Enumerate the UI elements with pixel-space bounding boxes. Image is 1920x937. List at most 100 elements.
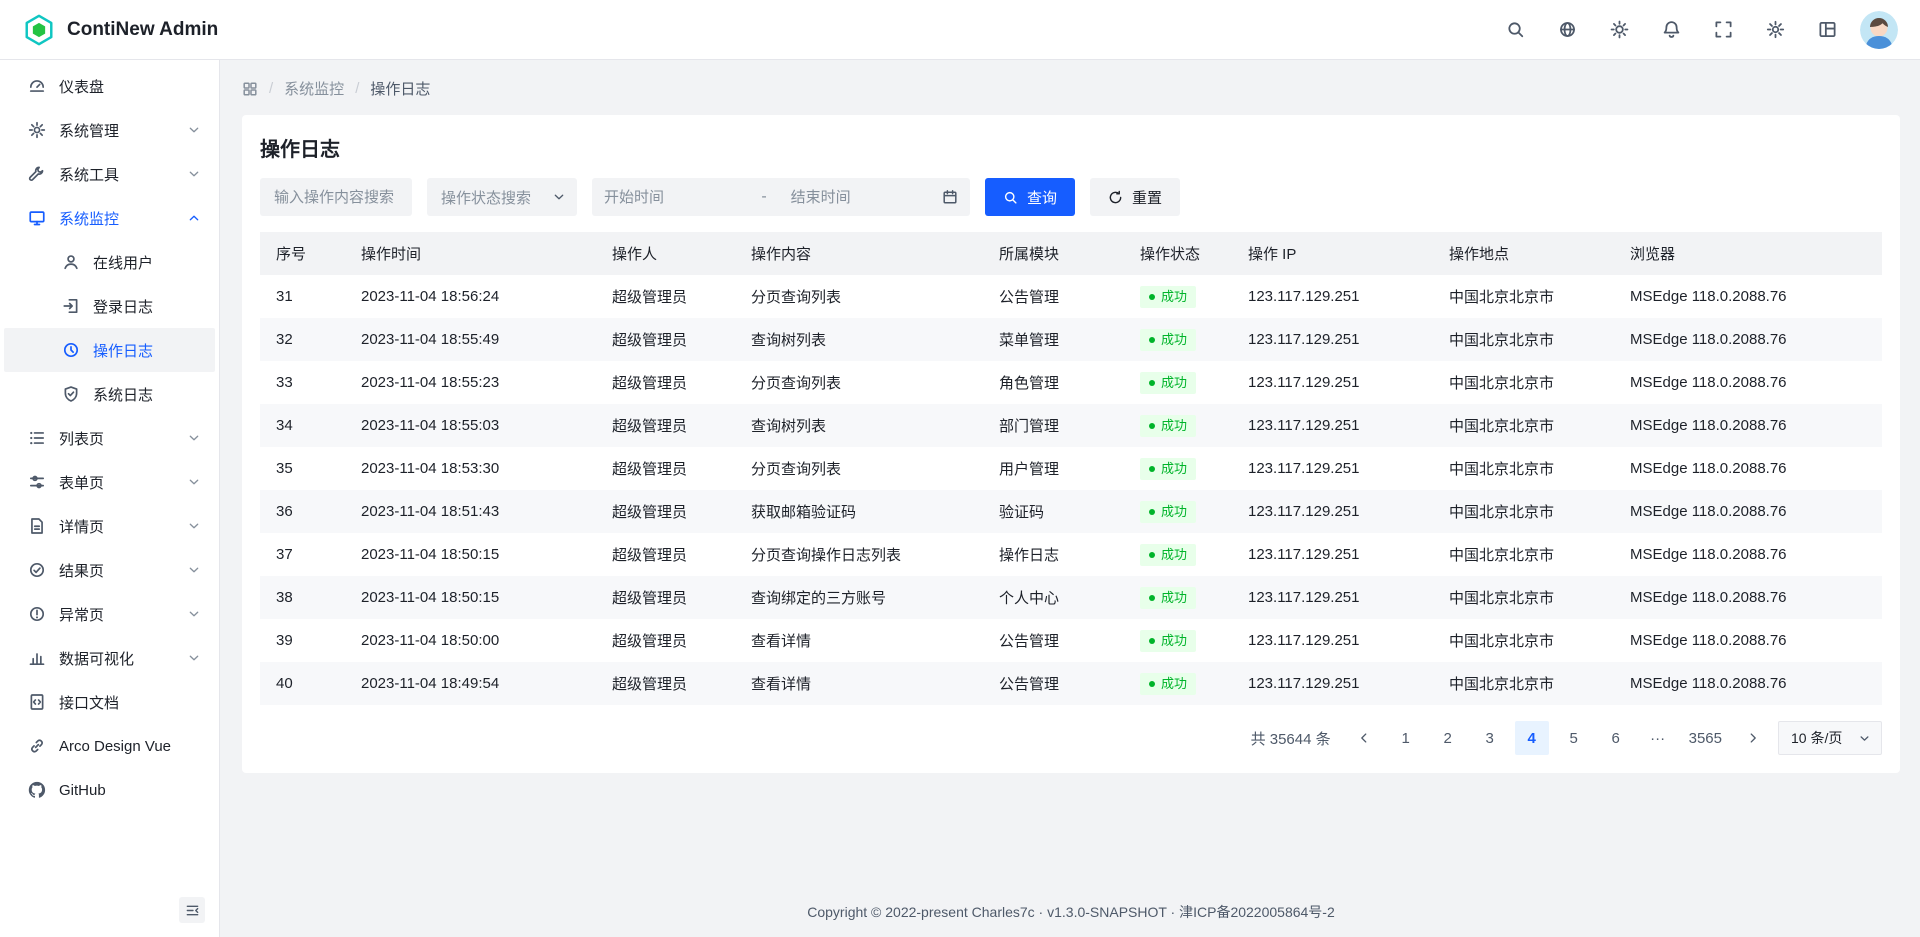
column-header-content: 操作内容 (735, 232, 983, 275)
content-search-input[interactable] (260, 178, 412, 216)
cell-status: 成功 (1124, 318, 1232, 361)
sidebar-item-label: 系统监控 (59, 208, 174, 229)
search-button[interactable] (1496, 11, 1534, 49)
table-row: 34 2023-11-04 18:55:03 超级管理员 查询树列表 部门管理 … (260, 404, 1882, 447)
sidebar-item-label: 操作日志 (93, 340, 201, 361)
cell-browser: MSEdge 118.0.2088.76 (1614, 318, 1882, 361)
sidebar-item-system-logs[interactable]: 系统日志 (4, 372, 215, 416)
date-start-input[interactable] (604, 189, 749, 206)
status-badge: 成功 (1140, 630, 1196, 652)
calendar-icon (942, 189, 958, 205)
sidebar-group-result-pages[interactable]: 结果页 (4, 548, 215, 592)
cell-location: 中国北京北京市 (1433, 619, 1614, 662)
status-dot-icon (1149, 423, 1155, 429)
sidebar-item-operation-logs[interactable]: 操作日志 (4, 328, 215, 372)
sidebar-group-data-visualization[interactable]: 数据可视化 (4, 636, 215, 680)
sidebar-collapse-button[interactable] (179, 897, 205, 923)
notification-button[interactable] (1652, 11, 1690, 49)
cell-operator: 超级管理员 (596, 318, 735, 361)
theme-button[interactable] (1600, 11, 1638, 49)
page-button-1[interactable]: 1 (1389, 721, 1423, 755)
fullscreen-button[interactable] (1704, 11, 1742, 49)
sidebar-item-label: 接口文档 (59, 692, 201, 713)
settings-button[interactable] (1756, 11, 1794, 49)
status-badge: 成功 (1140, 458, 1196, 480)
page-button-2[interactable]: 2 (1431, 721, 1465, 755)
column-header-no: 序号 (260, 232, 345, 275)
status-label: 成功 (1161, 332, 1187, 348)
translate-button[interactable] (1548, 11, 1586, 49)
main-content: / 系统监控 / 操作日志 操作日志 操作状态搜索 - (220, 60, 1920, 937)
sidebar-item-online-users[interactable]: 在线用户 (4, 240, 215, 284)
status-label: 成功 (1161, 289, 1187, 305)
status-dot-icon (1149, 466, 1155, 472)
status-label: 成功 (1161, 676, 1187, 692)
next-page-button[interactable] (1736, 721, 1770, 755)
breadcrumb-item-system-monitor[interactable]: 系统监控 (284, 78, 344, 99)
sidebar-item-label: GitHub (59, 782, 201, 799)
cell-no: 31 (260, 275, 345, 318)
api-doc-icon (28, 693, 46, 711)
search-icon (1003, 190, 1018, 205)
cell-ip: 123.117.129.251 (1232, 490, 1433, 533)
page-button-6[interactable]: 6 (1599, 721, 1633, 755)
date-separator: - (755, 188, 784, 206)
chevron-down-icon (552, 190, 566, 204)
sidebar-item-github[interactable]: GitHub (4, 768, 215, 812)
gear-icon (28, 121, 46, 139)
chevron-down-icon (187, 475, 201, 489)
cell-status: 成功 (1124, 576, 1232, 619)
sidebar-item-arco-design-vue[interactable]: Arco Design Vue (4, 724, 215, 768)
cell-content: 分页查询列表 (735, 275, 983, 318)
sidebar-item-login-logs[interactable]: 登录日志 (4, 284, 215, 328)
layout-button[interactable] (1808, 11, 1846, 49)
cell-content: 查看详情 (735, 662, 983, 705)
cell-module: 用户管理 (983, 447, 1124, 490)
status-label: 成功 (1161, 504, 1187, 520)
sidebar-group-detail-pages[interactable]: 详情页 (4, 504, 215, 548)
page-ellipsis[interactable]: ··· (1641, 721, 1675, 755)
app-logo-icon (22, 13, 56, 47)
date-range-picker[interactable]: - (592, 178, 970, 216)
cell-status: 成功 (1124, 447, 1232, 490)
brand[interactable]: ContiNew Admin (22, 13, 218, 47)
cell-ip: 123.117.129.251 (1232, 619, 1433, 662)
cell-ip: 123.117.129.251 (1232, 318, 1433, 361)
status-badge: 成功 (1140, 544, 1196, 566)
prev-page-button[interactable] (1347, 721, 1381, 755)
page-button-5[interactable]: 5 (1557, 721, 1591, 755)
app-title: ContiNew Admin (67, 19, 218, 41)
avatar[interactable] (1860, 11, 1898, 49)
cell-module: 验证码 (983, 490, 1124, 533)
status-label: 成功 (1161, 375, 1187, 391)
status-badge: 成功 (1140, 329, 1196, 351)
status-badge: 成功 (1140, 415, 1196, 437)
sidebar-group-exception-pages[interactable]: 异常页 (4, 592, 215, 636)
sidebar-group-form-pages[interactable]: 表单页 (4, 460, 215, 504)
cell-browser: MSEdge 118.0.2088.76 (1614, 275, 1882, 318)
date-end-input[interactable] (791, 189, 936, 206)
sidebar-group-list-pages[interactable]: 列表页 (4, 416, 215, 460)
sidebar-group-system-management[interactable]: 系统管理 (4, 108, 215, 152)
chevron-down-icon (187, 431, 201, 445)
status-select[interactable]: 操作状态搜索 (427, 178, 577, 216)
reset-button[interactable]: 重置 (1090, 178, 1180, 216)
query-button[interactable]: 查询 (985, 178, 1075, 216)
cell-ip: 123.117.129.251 (1232, 447, 1433, 490)
page-size-select[interactable]: 10 条/页 (1778, 721, 1882, 755)
page-button-3565[interactable]: 3565 (1683, 721, 1728, 755)
sidebar-item-dashboard[interactable]: 仪表盘 (4, 64, 215, 108)
sidebar-group-system-tools[interactable]: 系统工具 (4, 152, 215, 196)
apps-icon[interactable] (242, 81, 258, 97)
page-button-3[interactable]: 3 (1473, 721, 1507, 755)
status-badge: 成功 (1140, 673, 1196, 695)
table-body: 31 2023-11-04 18:56:24 超级管理员 分页查询列表 公告管理… (260, 275, 1882, 705)
cell-ip: 123.117.129.251 (1232, 533, 1433, 576)
sidebar-item-label: 列表页 (59, 428, 174, 449)
sidebar-group-system-monitor[interactable]: 系统监控 (4, 196, 215, 240)
sidebar-item-api-docs[interactable]: 接口文档 (4, 680, 215, 724)
monitor-icon (28, 209, 46, 227)
page-button-4-active[interactable]: 4 (1515, 721, 1549, 755)
cell-location: 中国北京北京市 (1433, 318, 1614, 361)
search-icon (1506, 20, 1525, 39)
